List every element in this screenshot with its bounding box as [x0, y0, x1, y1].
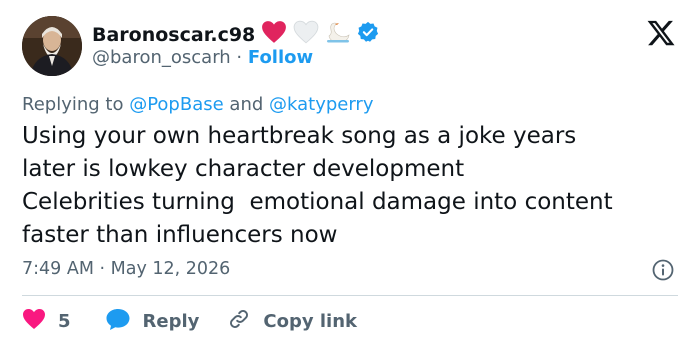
- tweet-line: Celebrities turning emotional damage int…: [22, 189, 613, 215]
- divider: [22, 295, 678, 296]
- avatar[interactable]: [22, 16, 82, 76]
- heart-icon: [22, 308, 46, 335]
- verified-badge-icon: [357, 21, 379, 48]
- author-handle-row: @baron_oscarh · Follow: [92, 47, 313, 68]
- copy-link-button[interactable]: Copy link: [227, 307, 357, 336]
- replying-connector: and: [223, 94, 269, 115]
- handle-separator: ·: [230, 47, 248, 68]
- tweet-line: Using your own heartbreak song as a joke…: [22, 123, 577, 149]
- replying-to-line: Replying to @PopBase and @katyperry: [22, 94, 373, 115]
- replying-prefix: Replying to: [22, 94, 130, 115]
- tweet-actions: 5 Reply Copy link: [22, 307, 357, 336]
- like-count: 5: [58, 310, 71, 332]
- reply-bubble-icon: [105, 307, 131, 336]
- avatar-image: [22, 16, 82, 76]
- reply-label: Reply: [142, 310, 200, 332]
- mention-popbase[interactable]: @PopBase: [129, 94, 223, 115]
- swan-icon: [325, 20, 351, 49]
- tweet-line: later is lowkey character development: [22, 156, 465, 182]
- reply-button[interactable]: Reply: [105, 307, 200, 336]
- display-name-text: Baronoscar.c98: [92, 23, 256, 46]
- copy-link-label: Copy link: [263, 310, 357, 332]
- red-heart-icon: [261, 20, 287, 49]
- info-icon[interactable]: [651, 258, 675, 282]
- like-button[interactable]: 5: [22, 308, 71, 335]
- mention-katyperry[interactable]: @katyperry: [269, 94, 373, 115]
- white-heart-icon: [293, 20, 319, 49]
- author-display-name[interactable]: Baronoscar.c98: [92, 20, 379, 49]
- tweet-text: Using your own heartbreak song as a joke…: [22, 120, 613, 252]
- tweet-timestamp[interactable]: 7:49 AM · May 12, 2026: [22, 259, 230, 279]
- x-logo-icon[interactable]: [646, 18, 676, 48]
- link-icon: [227, 307, 251, 336]
- tweet-line: faster than influencers now: [22, 222, 338, 248]
- follow-button[interactable]: Follow: [248, 47, 313, 68]
- author-handle[interactable]: @baron_oscarh: [92, 47, 231, 68]
